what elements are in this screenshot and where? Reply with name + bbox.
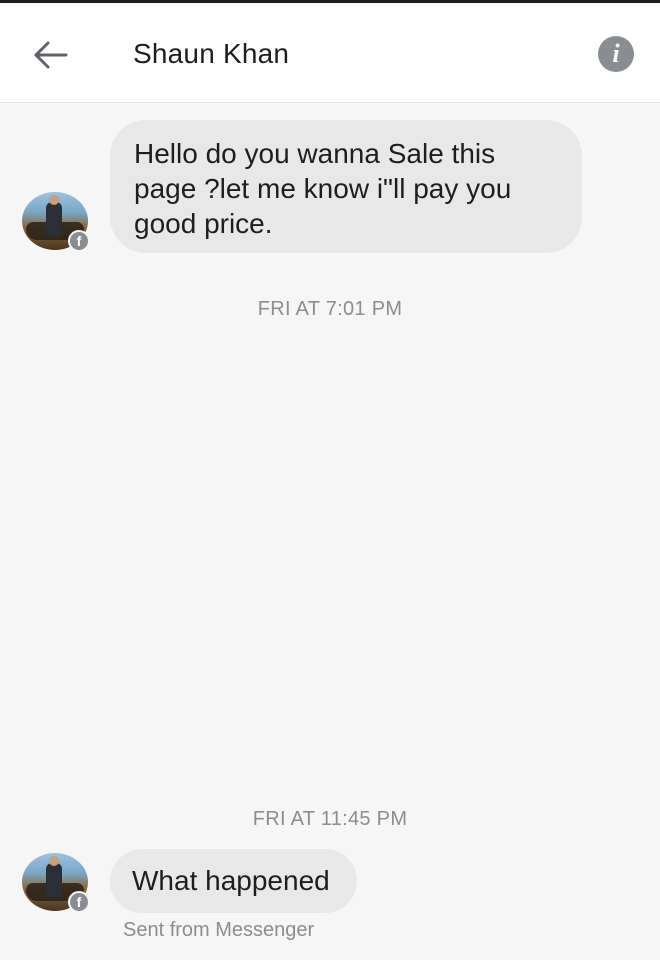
message-bubble[interactable]: What happened	[110, 849, 357, 913]
conversation-header: Shaun Khan i	[0, 3, 660, 103]
info-icon: i	[612, 39, 620, 68]
message-bubble[interactable]: Hello do you wanna Sale this page ?let m…	[110, 120, 582, 253]
info-button[interactable]: i	[598, 36, 634, 72]
message-timestamp: FRI AT 7:01 PM	[257, 298, 403, 320]
contact-name[interactable]: Shaun Khan	[133, 37, 289, 71]
arrow-left-icon	[34, 41, 68, 69]
avatar[interactable]: f	[22, 853, 90, 913]
back-button[interactable]	[30, 35, 74, 75]
avatar[interactable]: f	[22, 192, 90, 252]
sent-from-label: Sent from Messenger	[123, 919, 315, 941]
message-timestamp: FRI AT 11:45 PM	[252, 808, 408, 830]
messenger-badge-icon: f	[68, 891, 90, 913]
messenger-badge-icon: f	[68, 230, 90, 252]
